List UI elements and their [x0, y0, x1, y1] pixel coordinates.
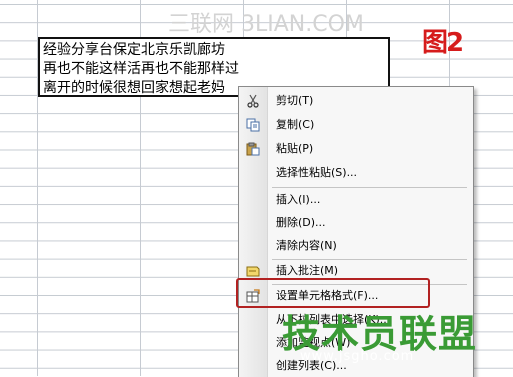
watermark-bottom: 技术员联盟 www.jsgho.com [282, 303, 510, 375]
menu-item-clear-contents[interactable]: 清除内容(N) [239, 235, 473, 257]
menu-item-copy[interactable]: 复制(C) [239, 114, 473, 136]
scissors-icon [246, 94, 260, 108]
menu-item-cut[interactable]: 剪切(T) [239, 90, 473, 112]
menu-item-delete[interactable]: 删除(D)... [239, 212, 473, 234]
comment-icon [246, 264, 260, 278]
watermark-top: 三联网 3LIAN.COM [168, 12, 364, 37]
figure-label: 图2 [422, 28, 464, 58]
menu-item-label: 剪切(T) [276, 94, 314, 107]
cell-line-2: 再也不能这样活再也不能那样过 [43, 61, 239, 77]
menu-item-label: 删除(D)... [276, 216, 326, 229]
menu-item-paste-special[interactable]: 选择性粘贴(S)... [239, 162, 473, 184]
menu-item-insert[interactable]: 插入(I)... [239, 189, 473, 211]
menu-item-label: 清除内容(N) [276, 239, 337, 252]
copy-icon [246, 118, 260, 132]
paste-icon [246, 142, 260, 156]
menu-item-label: 复制(C) [276, 118, 315, 131]
menu-item-paste[interactable]: 粘贴(P) [239, 138, 473, 160]
cell-line-1: 经验分享台保定北京乐凯廊坊 [43, 42, 225, 58]
menu-separator [272, 187, 467, 188]
menu-item-label: 插入(I)... [276, 193, 321, 206]
menu-item-label: 粘贴(P) [276, 142, 314, 155]
menu-item-label: 选择性粘贴(S)... [276, 166, 358, 179]
watermark-bottom-url: www.jsgho.com [300, 349, 415, 364]
